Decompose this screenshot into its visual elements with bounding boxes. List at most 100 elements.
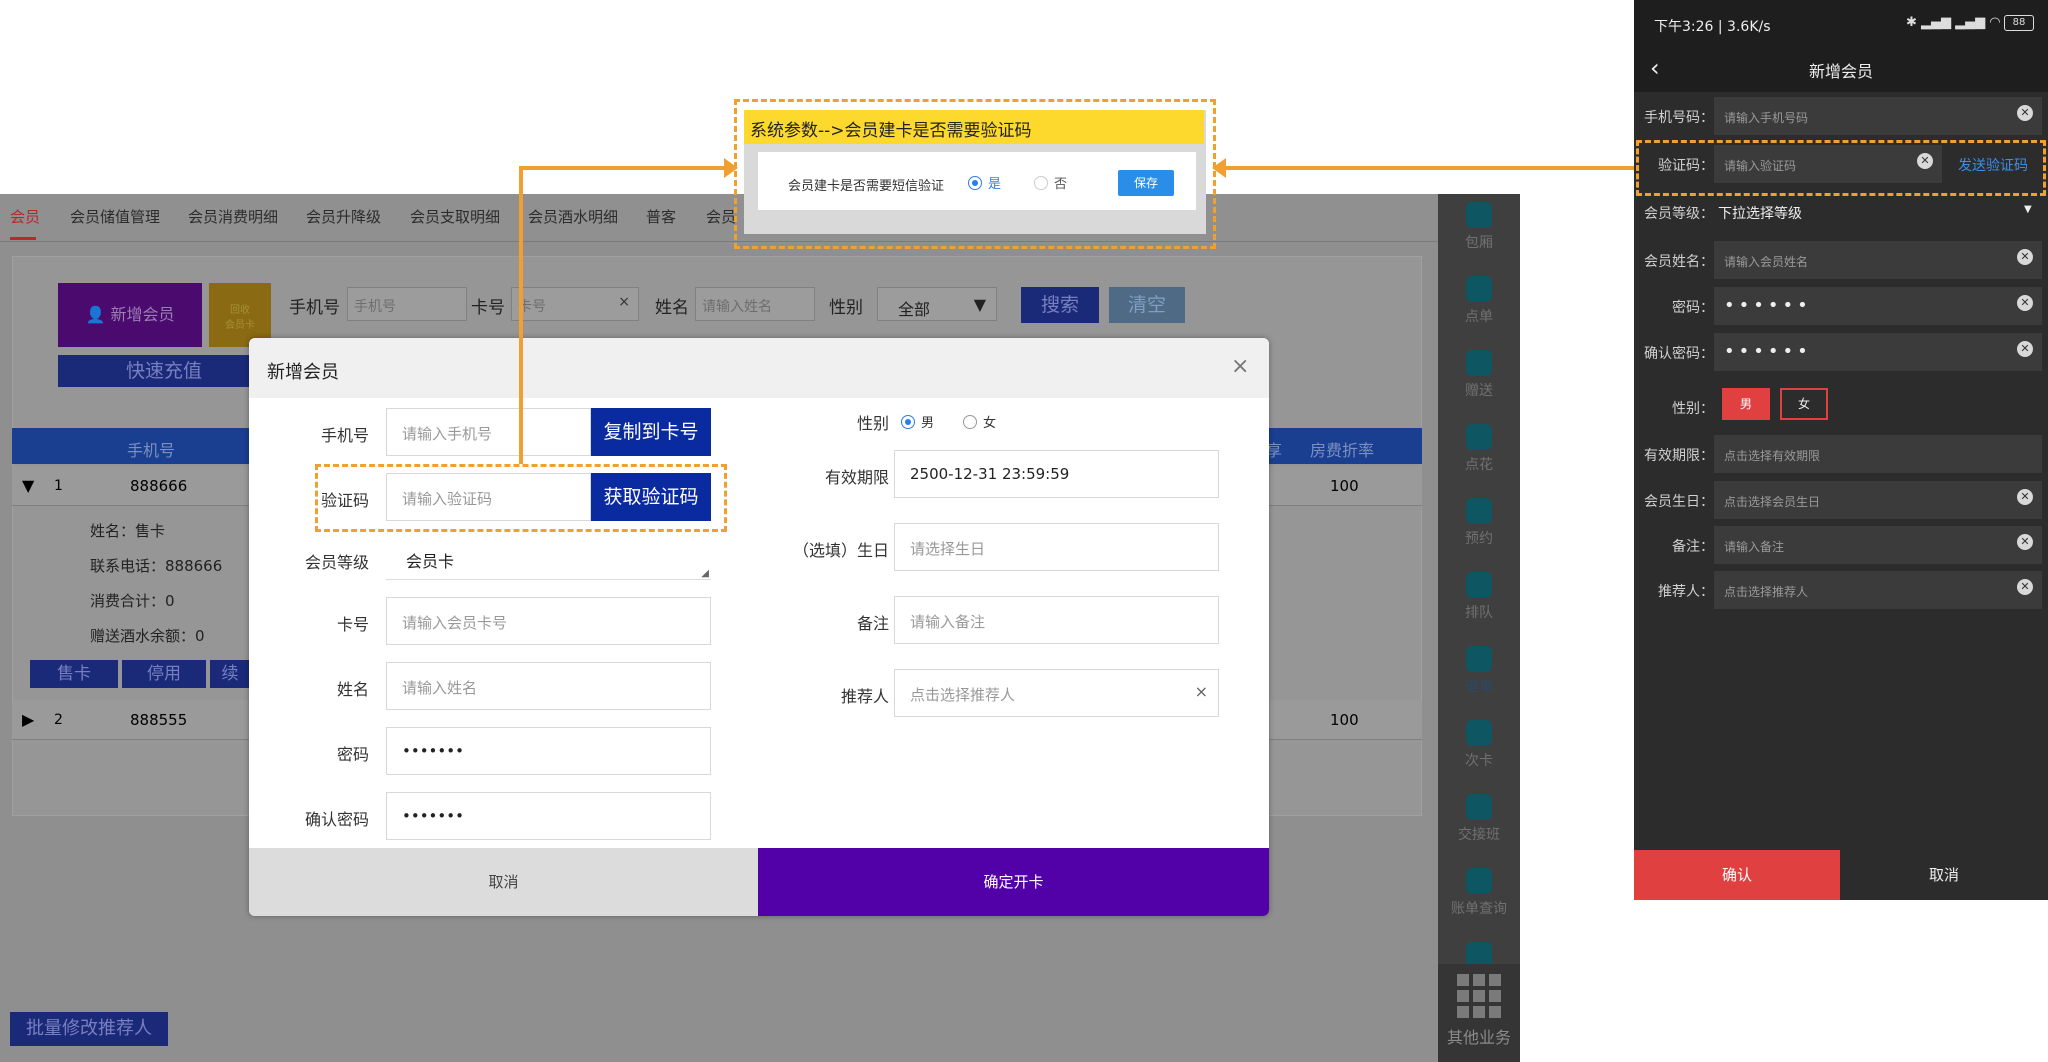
clear-icon[interactable]: ×: [618, 294, 630, 310]
mobile-gender-row: 性别： 男 女: [1634, 382, 2048, 430]
tab-member-more[interactable]: 会员: [706, 206, 736, 227]
level-label: 会员等级: [304, 553, 369, 572]
expire-label: 有效期限: [824, 468, 889, 487]
collapse-icon[interactable]: ▼: [22, 476, 34, 495]
tab-bar: 会员 会员储值管理 会员消费明细 会员升降级 会员支取明细 会员酒水明细 普客 …: [0, 194, 1438, 242]
search-phone-input[interactable]: 手机号: [347, 287, 467, 321]
tab-guest[interactable]: 普客: [646, 206, 676, 227]
side-item-other[interactable]: 其他业务: [1438, 964, 1520, 1062]
mobile-expire-input[interactable]: 点击选择有效期限: [1714, 435, 2042, 473]
mobile-confirm-button[interactable]: 确认: [1634, 850, 1840, 900]
side-item-order[interactable]: 点单: [1438, 268, 1520, 342]
no-radio[interactable]: 否: [1034, 173, 1067, 192]
disable-button[interactable]: 停用: [122, 660, 206, 688]
row-detail: 姓名：售卡 联系电话：888666 消费合计：0 赠送酒水余额：0: [90, 522, 223, 645]
mobile-birthday-input[interactable]: 点击选择会员生日: [1714, 481, 2042, 519]
phone-label: 手机号: [320, 426, 369, 445]
remark-input[interactable]: 请输入备注: [894, 596, 1219, 644]
clear-icon[interactable]: ×: [1195, 682, 1208, 701]
mobile-password-input[interactable]: ••••••: [1714, 287, 2042, 325]
copy-to-card-button[interactable]: 复制到卡号: [591, 408, 711, 456]
mobile-female-option[interactable]: 女: [1780, 388, 1828, 420]
side-menu: 包厢 点单 赠送 点花 预约 排队 退单 次卡 交接班 账单查询 其他业务: [1438, 194, 1520, 1062]
gender-female-radio[interactable]: 女: [963, 412, 996, 431]
mobile-remark-input[interactable]: 请输入备注: [1714, 526, 2042, 564]
mobile-cancel-button[interactable]: 取消: [1840, 850, 2048, 900]
side-item-extra[interactable]: [1438, 934, 1520, 968]
refund-icon: [1466, 646, 1492, 672]
side-item-shift[interactable]: 交接班: [1438, 786, 1520, 860]
side-item-bill[interactable]: 账单查询: [1438, 860, 1520, 934]
arrow-left-icon: [1212, 158, 1226, 178]
side-item-refund[interactable]: 退单: [1438, 638, 1520, 712]
card-input[interactable]: 请输入会员卡号: [386, 597, 711, 645]
birthday-input[interactable]: 请选择生日: [894, 523, 1219, 571]
tab-drinks[interactable]: 会员酒水明细: [528, 206, 618, 227]
referrer-input[interactable]: 点击选择推荐人 ×: [894, 669, 1219, 717]
clear-icon[interactable]: ✕: [2017, 295, 2033, 311]
mobile-name-input[interactable]: 请输入会员姓名: [1714, 241, 2042, 279]
cancel-button[interactable]: 取消: [249, 848, 758, 916]
mobile-male-option[interactable]: 男: [1722, 388, 1770, 420]
clear-icon[interactable]: ✕: [2017, 579, 2033, 595]
search-name-label: 姓名: [655, 298, 689, 318]
tab-stored-value[interactable]: 会员储值管理: [70, 206, 160, 227]
gender-male-radio[interactable]: 男: [901, 412, 934, 431]
close-icon[interactable]: ×: [1231, 354, 1249, 379]
mobile-level-row: 会员等级： 下拉选择等级 ▼: [1634, 190, 2048, 234]
renew-button[interactable]: 续: [210, 660, 250, 688]
clear-icon[interactable]: ✕: [2017, 341, 2033, 357]
tab-level[interactable]: 会员升降级: [306, 206, 381, 227]
batch-edit-referrer-button[interactable]: 批量修改推荐人: [10, 1012, 168, 1046]
system-param-card: 会员建卡是否需要短信验证 是 否 保存: [758, 152, 1196, 210]
expire-input[interactable]: 2500-12-31 23:59:59: [894, 450, 1219, 498]
side-item-queue[interactable]: 排队: [1438, 564, 1520, 638]
side-item-times-card[interactable]: 次卡: [1438, 712, 1520, 786]
sell-card-button[interactable]: 售卡: [30, 660, 118, 688]
clear-icon[interactable]: ✕: [2017, 249, 2033, 265]
clear-button[interactable]: 清空: [1109, 287, 1185, 323]
quick-recharge-button[interactable]: 快速充值: [58, 355, 270, 387]
yes-radio[interactable]: 是: [968, 173, 1001, 192]
mobile-level-select[interactable]: 下拉选择等级: [1714, 193, 2042, 231]
side-item-room[interactable]: 包厢: [1438, 194, 1520, 268]
phone-input[interactable]: 请输入手机号: [386, 408, 591, 456]
mobile-phone-row: 手机号码： 请输入手机号码 ✕: [1634, 94, 2048, 138]
level-select[interactable]: 会员卡 ◢: [386, 536, 711, 580]
radio-checked-icon: [901, 415, 915, 429]
mobile-phone-input[interactable]: 请输入手机号码: [1714, 97, 2042, 135]
clear-icon[interactable]: ✕: [2017, 534, 2033, 550]
confirm-open-card-button[interactable]: 确定开卡: [758, 848, 1269, 916]
expand-icon[interactable]: ▶: [22, 710, 34, 729]
search-card-label: 卡号: [471, 298, 505, 318]
name-input[interactable]: 请输入姓名: [386, 662, 711, 710]
mobile-birthday-row: 会员生日： 点击选择会员生日 ✕: [1634, 478, 2048, 522]
side-item-reserve[interactable]: 预约: [1438, 490, 1520, 564]
name-label: 姓名: [336, 680, 369, 699]
search-name-input[interactable]: 请输入姓名: [695, 287, 815, 321]
search-gender-select[interactable]: 全部 ▼: [877, 287, 997, 321]
mobile-referrer-input[interactable]: 点击选择推荐人: [1714, 571, 2042, 609]
password-input[interactable]: •••••••: [386, 727, 711, 775]
side-item-gift[interactable]: 赠送: [1438, 342, 1520, 416]
search-card-input[interactable]: 卡号 ×: [511, 287, 639, 321]
mobile-confirm-password-input[interactable]: ••••••: [1714, 333, 2042, 371]
confirm-password-label: 确认密码: [304, 810, 369, 829]
status-text: 下午3:26 | 3.6K/s: [1654, 19, 1771, 35]
gender-label: 性别: [856, 414, 889, 433]
confirm-password-input[interactable]: •••••••: [386, 792, 711, 840]
card-label: 卡号: [336, 615, 369, 634]
save-button[interactable]: 保存: [1118, 170, 1174, 196]
tab-consumption[interactable]: 会员消费明细: [188, 206, 278, 227]
radio-checked-icon: [968, 176, 982, 190]
new-member-button[interactable]: 👤 新增会员: [58, 283, 202, 347]
side-item-flower[interactable]: 点花: [1438, 416, 1520, 490]
search-button[interactable]: 搜索: [1021, 287, 1099, 323]
clear-icon[interactable]: ✕: [2017, 105, 2033, 121]
arrow-right-icon: [724, 158, 738, 178]
clear-icon[interactable]: ✕: [2017, 489, 2033, 505]
radio-unchecked-icon: [963, 415, 977, 429]
tab-withdraw[interactable]: 会员支取明细: [410, 206, 500, 227]
tab-member[interactable]: 会员: [10, 206, 40, 227]
col-room-discount: 房费折率: [1310, 441, 1375, 460]
